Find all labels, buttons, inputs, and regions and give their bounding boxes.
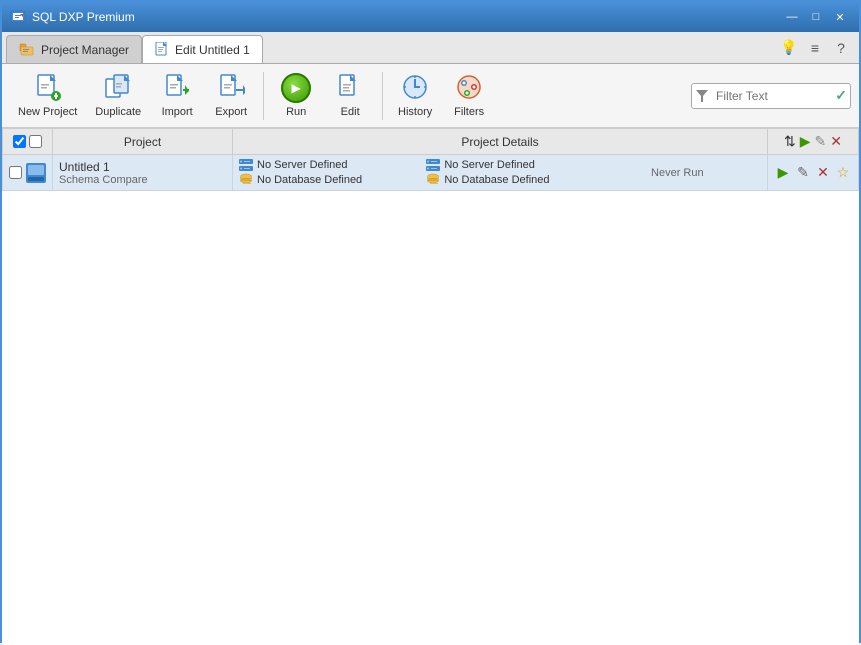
edit-untitled-tab-icon [155,42,169,58]
tab-edit-untitled-label: Edit Untitled 1 [175,43,250,57]
last-run-text: Never Run [651,167,704,179]
app-title: SQL DXP Premium [32,10,781,24]
source-server-icon [239,158,253,172]
select-all-checkbox[interactable] [13,135,26,148]
source-db-row: No Database Defined [239,173,406,187]
export-button[interactable]: Export [205,68,257,124]
project-manager-tab-icon [19,42,35,58]
project-color-icon [26,163,46,183]
tab-edit-untitled[interactable]: Edit Untitled 1 [142,35,263,63]
filter-check-icon: ✓ [835,87,847,104]
duplicate-label: Duplicate [95,106,141,118]
project-table: Project Project Details ⇅ ▶ ✎ [2,128,859,191]
filters-icon [455,73,483,103]
new-project-icon [34,73,62,103]
edit-label: Edit [341,106,360,118]
filters-button[interactable]: Filters [443,68,495,124]
lightbulb-button[interactable]: 💡 [779,38,799,58]
row-details-cell: No Server Defined [233,155,768,191]
new-project-label: New Project [18,106,77,118]
run-icon: ▶ [281,73,311,103]
source-server-text: No Server Defined [257,159,348,171]
row-delete-button[interactable]: ✕ [814,164,832,182]
filter-input-wrap: ✓ [691,83,851,109]
app-icon [10,9,26,25]
target-server-icon [426,158,440,172]
project-col-label: Project [124,135,161,149]
filter-text-input[interactable] [691,83,851,109]
minimize-button[interactable]: — [781,7,803,27]
header-details-col: Project Details [233,129,768,155]
row-project-cell: Untitled 1 Schema Compare [53,155,233,191]
run-button[interactable]: ▶ Run [270,68,322,124]
filter-funnel-icon [696,90,708,102]
tab-right-actions: 💡 ≡ ? [779,38,851,58]
row-check-cell [3,155,53,191]
edit-icon [336,73,364,103]
header-project-col: Project [53,129,233,155]
row-checkbox[interactable] [9,166,22,179]
tab-project-manager-label: Project Manager [41,43,129,57]
header-actions-col: ⇅ ▶ ✎ ✕ [768,129,859,155]
target-db-text: No Database Defined [444,174,549,186]
filter-area: ✓ [691,83,851,109]
tab-project-manager[interactable]: Project Manager [6,35,142,63]
row-actions-cell: ▶ ✎ ✕ ☆ [768,155,859,191]
filters-label: Filters [454,106,484,118]
tab-bar: Project Manager Edit Untitled 1 💡 ≡ ? [2,32,859,64]
sort-icon[interactable]: ⇅ [784,133,796,150]
edit-all-icon[interactable]: ✎ [815,133,827,150]
project-table-container: Project Project Details ⇅ ▶ ✎ [2,128,859,645]
deselect-all-checkbox[interactable] [29,135,42,148]
details-source: No Server Defined [239,158,406,187]
target-server-row: No Server Defined [426,158,593,172]
help-button[interactable]: ? [831,38,851,58]
row-star-button[interactable]: ☆ [834,164,852,182]
row-edit-button[interactable]: ✎ [794,164,812,182]
details-col-label: Project Details [461,135,538,149]
close-button[interactable]: ✕ [829,7,851,27]
toolbar: New Project Duplicate [2,64,859,128]
history-icon [401,73,429,103]
run-all-icon[interactable]: ▶ [800,133,811,150]
import-icon [163,73,191,103]
edit-button[interactable]: Edit [324,68,376,124]
source-server-row: No Server Defined [239,158,406,172]
export-icon [217,73,245,103]
export-label: Export [215,106,247,118]
history-button[interactable]: History [389,68,441,124]
title-bar: SQL DXP Premium — □ ✕ [2,2,859,32]
window-controls: — □ ✕ [781,7,851,27]
project-name: Untitled 1 [59,160,226,174]
details-target: No Server Defined [426,158,593,187]
header-check-col [3,129,53,155]
source-db-text: No Database Defined [257,174,362,186]
duplicate-icon [104,73,132,103]
history-label: History [398,106,432,118]
import-button[interactable]: Import [151,68,203,124]
menu-button[interactable]: ≡ [805,38,825,58]
toolbar-separator-1 [263,72,264,120]
source-db-icon [239,173,253,187]
maximize-button[interactable]: □ [805,7,827,27]
project-type: Schema Compare [59,174,226,186]
run-label: Run [286,106,306,118]
table-row: Untitled 1 Schema Compare [3,155,859,191]
target-server-text: No Server Defined [444,159,535,171]
row-run-button[interactable]: ▶ [774,164,792,182]
duplicate-button[interactable]: Duplicate [87,68,149,124]
delete-all-icon[interactable]: ✕ [830,133,842,150]
table-header-row: Project Project Details ⇅ ▶ ✎ [3,129,859,155]
import-label: Import [162,106,193,118]
target-db-icon [426,173,440,187]
new-project-button[interactable]: New Project [10,68,85,124]
main-area: WWW.WEBCOMN.COM WWW.WEBCOMN.COM WWW.WEBC… [2,128,859,645]
target-db-row: No Database Defined [426,173,593,187]
toolbar-separator-2 [382,72,383,120]
